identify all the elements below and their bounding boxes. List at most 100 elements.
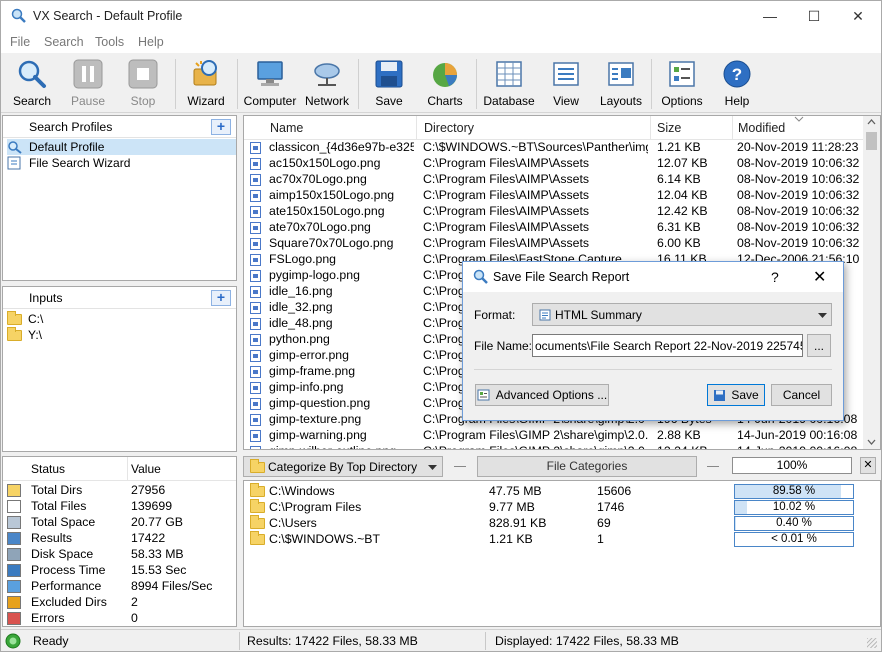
category-row[interactable]: C:\Program Files 9.77 MB 1746 10.02 %	[250, 499, 870, 516]
add-profile-button[interactable]: +	[211, 119, 231, 135]
file-name: gimp-frame.png	[269, 364, 356, 378]
category-count: 1	[597, 532, 604, 546]
minimize-icon: —	[763, 8, 777, 24]
table-row[interactable]: ate150x150Logo.png C:\Program Files\AIMP\…	[244, 204, 862, 220]
help-button[interactable]: ? Help	[709, 56, 765, 112]
wizard-button[interactable]: Wizard	[178, 56, 234, 112]
status-name: Process Time	[31, 563, 106, 577]
image-file-icon	[250, 270, 261, 282]
results-scrollbar[interactable]	[863, 116, 880, 449]
dialog-help-button[interactable]: ?	[771, 269, 779, 285]
pause-button[interactable]: Pause	[60, 56, 116, 112]
status-value: 139699	[131, 499, 173, 513]
profile-icon	[8, 141, 22, 154]
file-directory: C:\Program Files\AIMP\Assets	[423, 188, 590, 202]
dialog-save-button[interactable]: Save	[707, 384, 765, 406]
status-divider	[239, 632, 240, 650]
menu-search[interactable]: Search	[44, 35, 84, 49]
input-item[interactable]: Y:\	[7, 326, 42, 343]
column-divider[interactable]	[732, 116, 733, 140]
network-button[interactable]: Network	[299, 56, 355, 112]
layouts-button[interactable]: Layouts	[593, 56, 649, 112]
search-icon	[18, 60, 46, 88]
computer-button[interactable]: Computer	[242, 56, 298, 112]
category-row[interactable]: C:\$WINDOWS.~BT 1.21 KB 1 < 0.01 %	[250, 531, 870, 548]
column-directory[interactable]: Directory	[424, 121, 474, 135]
view-button[interactable]: View	[538, 56, 594, 112]
percent-fill	[735, 501, 747, 514]
browse-button[interactable]: ...	[807, 334, 831, 357]
scroll-down-icon[interactable]	[867, 439, 876, 445]
advanced-options-button[interactable]: Advanced Options ...	[475, 384, 609, 406]
column-divider[interactable]	[416, 116, 417, 140]
category-row[interactable]: C:\Windows 47.75 MB 15606 89.58 %	[250, 483, 870, 500]
table-row[interactable]: ate70x70Logo.png C:\Program Files\AIMP\As…	[244, 220, 862, 236]
ready-status-icon	[5, 633, 21, 649]
file-modified: 08-Nov-2019 10:06:32	[737, 204, 860, 218]
add-input-button[interactable]: +	[211, 290, 231, 306]
table-row[interactable]: classicon_{4d36e97b-e325... C:\$WINDOWS.~…	[244, 140, 862, 156]
results-header: Name Directory Size Modified	[244, 116, 864, 140]
minimize-button[interactable]: —	[747, 1, 793, 31]
table-row[interactable]: Square70x70Logo.png C:\Program Files\AIMP…	[244, 236, 862, 252]
file-name: gimp-wilber-outline.png	[269, 444, 414, 449]
profile-item-wizard[interactable]: File Search Wizard	[7, 155, 130, 171]
table-row[interactable]: ac70x70Logo.png C:\Program Files\AIMP\Ass…	[244, 172, 862, 188]
file-modified: 08-Nov-2019 10:06:32	[737, 236, 860, 250]
search-profiles-title: Search Profiles	[29, 120, 113, 134]
menu-help[interactable]: Help	[138, 35, 164, 49]
close-categories-button[interactable]: ✕	[860, 457, 876, 474]
search-profiles-panel: Search Profiles + Default Profile File S…	[2, 115, 237, 281]
profile-item-default[interactable]: Default Profile	[7, 139, 236, 155]
wizard-label: Wizard	[187, 94, 225, 108]
menu-file[interactable]: File	[10, 35, 30, 49]
disk-space-icon	[7, 548, 21, 561]
stop-button[interactable]: Stop	[115, 56, 171, 112]
table-row[interactable]: gimp-wilber-outline.png C:\Program Files\…	[244, 444, 862, 449]
category-size: 47.75 MB	[489, 484, 542, 498]
file-categories-button[interactable]: File Categories	[477, 456, 697, 477]
maximize-button[interactable]: ☐	[791, 1, 837, 31]
error-icon	[7, 612, 21, 625]
column-name[interactable]: Name	[270, 121, 303, 135]
dialog-cancel-button[interactable]: Cancel	[771, 384, 832, 406]
file-modified: 08-Nov-2019 10:06:32	[737, 172, 860, 186]
input-item[interactable]: C:\	[7, 310, 43, 327]
database-button[interactable]: Database	[481, 56, 537, 112]
save-button[interactable]: Save	[361, 56, 417, 112]
window-title: VX Search - Default Profile	[33, 9, 183, 23]
status-value: 20.77 GB	[131, 515, 183, 529]
scrollbar-thumb[interactable]	[866, 132, 877, 150]
file-name: idle_48.png	[269, 316, 333, 330]
resize-grip-icon[interactable]	[867, 638, 877, 648]
file-size: 6.00 KB	[657, 236, 701, 250]
plus-icon: +	[216, 289, 226, 305]
file-size: 12.42 KB	[657, 204, 708, 218]
charts-button[interactable]: Charts	[417, 56, 473, 112]
folder-icon	[7, 310, 22, 325]
dialog-close-button[interactable]: ✕	[813, 267, 826, 287]
format-select[interactable]: HTML Summary	[532, 303, 832, 326]
column-size[interactable]: Size	[657, 121, 681, 135]
file-directory: C:\$WINDOWS.~BT\Sources\Panther\img	[423, 140, 648, 154]
column-divider[interactable]	[127, 457, 128, 481]
dialog-save-label: Save	[731, 388, 759, 402]
image-file-icon	[250, 222, 261, 234]
options-button[interactable]: Options	[654, 56, 710, 112]
table-row[interactable]: ac150x150Logo.png C:\Program Files\AIMP\A…	[244, 156, 862, 172]
table-row[interactable]: aimp150x150Logo.png C:\Program Files\AIMP…	[244, 188, 862, 204]
categorize-dropdown[interactable]: Categorize By Top Directory	[243, 456, 443, 477]
menu-tools[interactable]: Tools	[95, 35, 124, 49]
category-count: 69	[597, 516, 611, 530]
column-modified[interactable]: Modified	[738, 121, 785, 135]
table-row[interactable]: gimp-warning.png C:\Program Files\GIMP 2\…	[244, 428, 862, 444]
column-divider[interactable]	[650, 116, 651, 140]
search-button[interactable]: Search	[4, 56, 60, 112]
category-row[interactable]: C:\Users 828.91 KB 69 0.40 %	[250, 515, 870, 532]
status-header: Status Value	[3, 457, 236, 481]
close-button[interactable]: ✕	[835, 1, 881, 31]
scroll-up-icon[interactable]	[867, 119, 876, 125]
clock-icon	[7, 564, 21, 577]
help-label: Help	[724, 94, 750, 108]
filename-input[interactable]: ocuments\File Search Report 22-Nov-2019 …	[532, 334, 803, 357]
